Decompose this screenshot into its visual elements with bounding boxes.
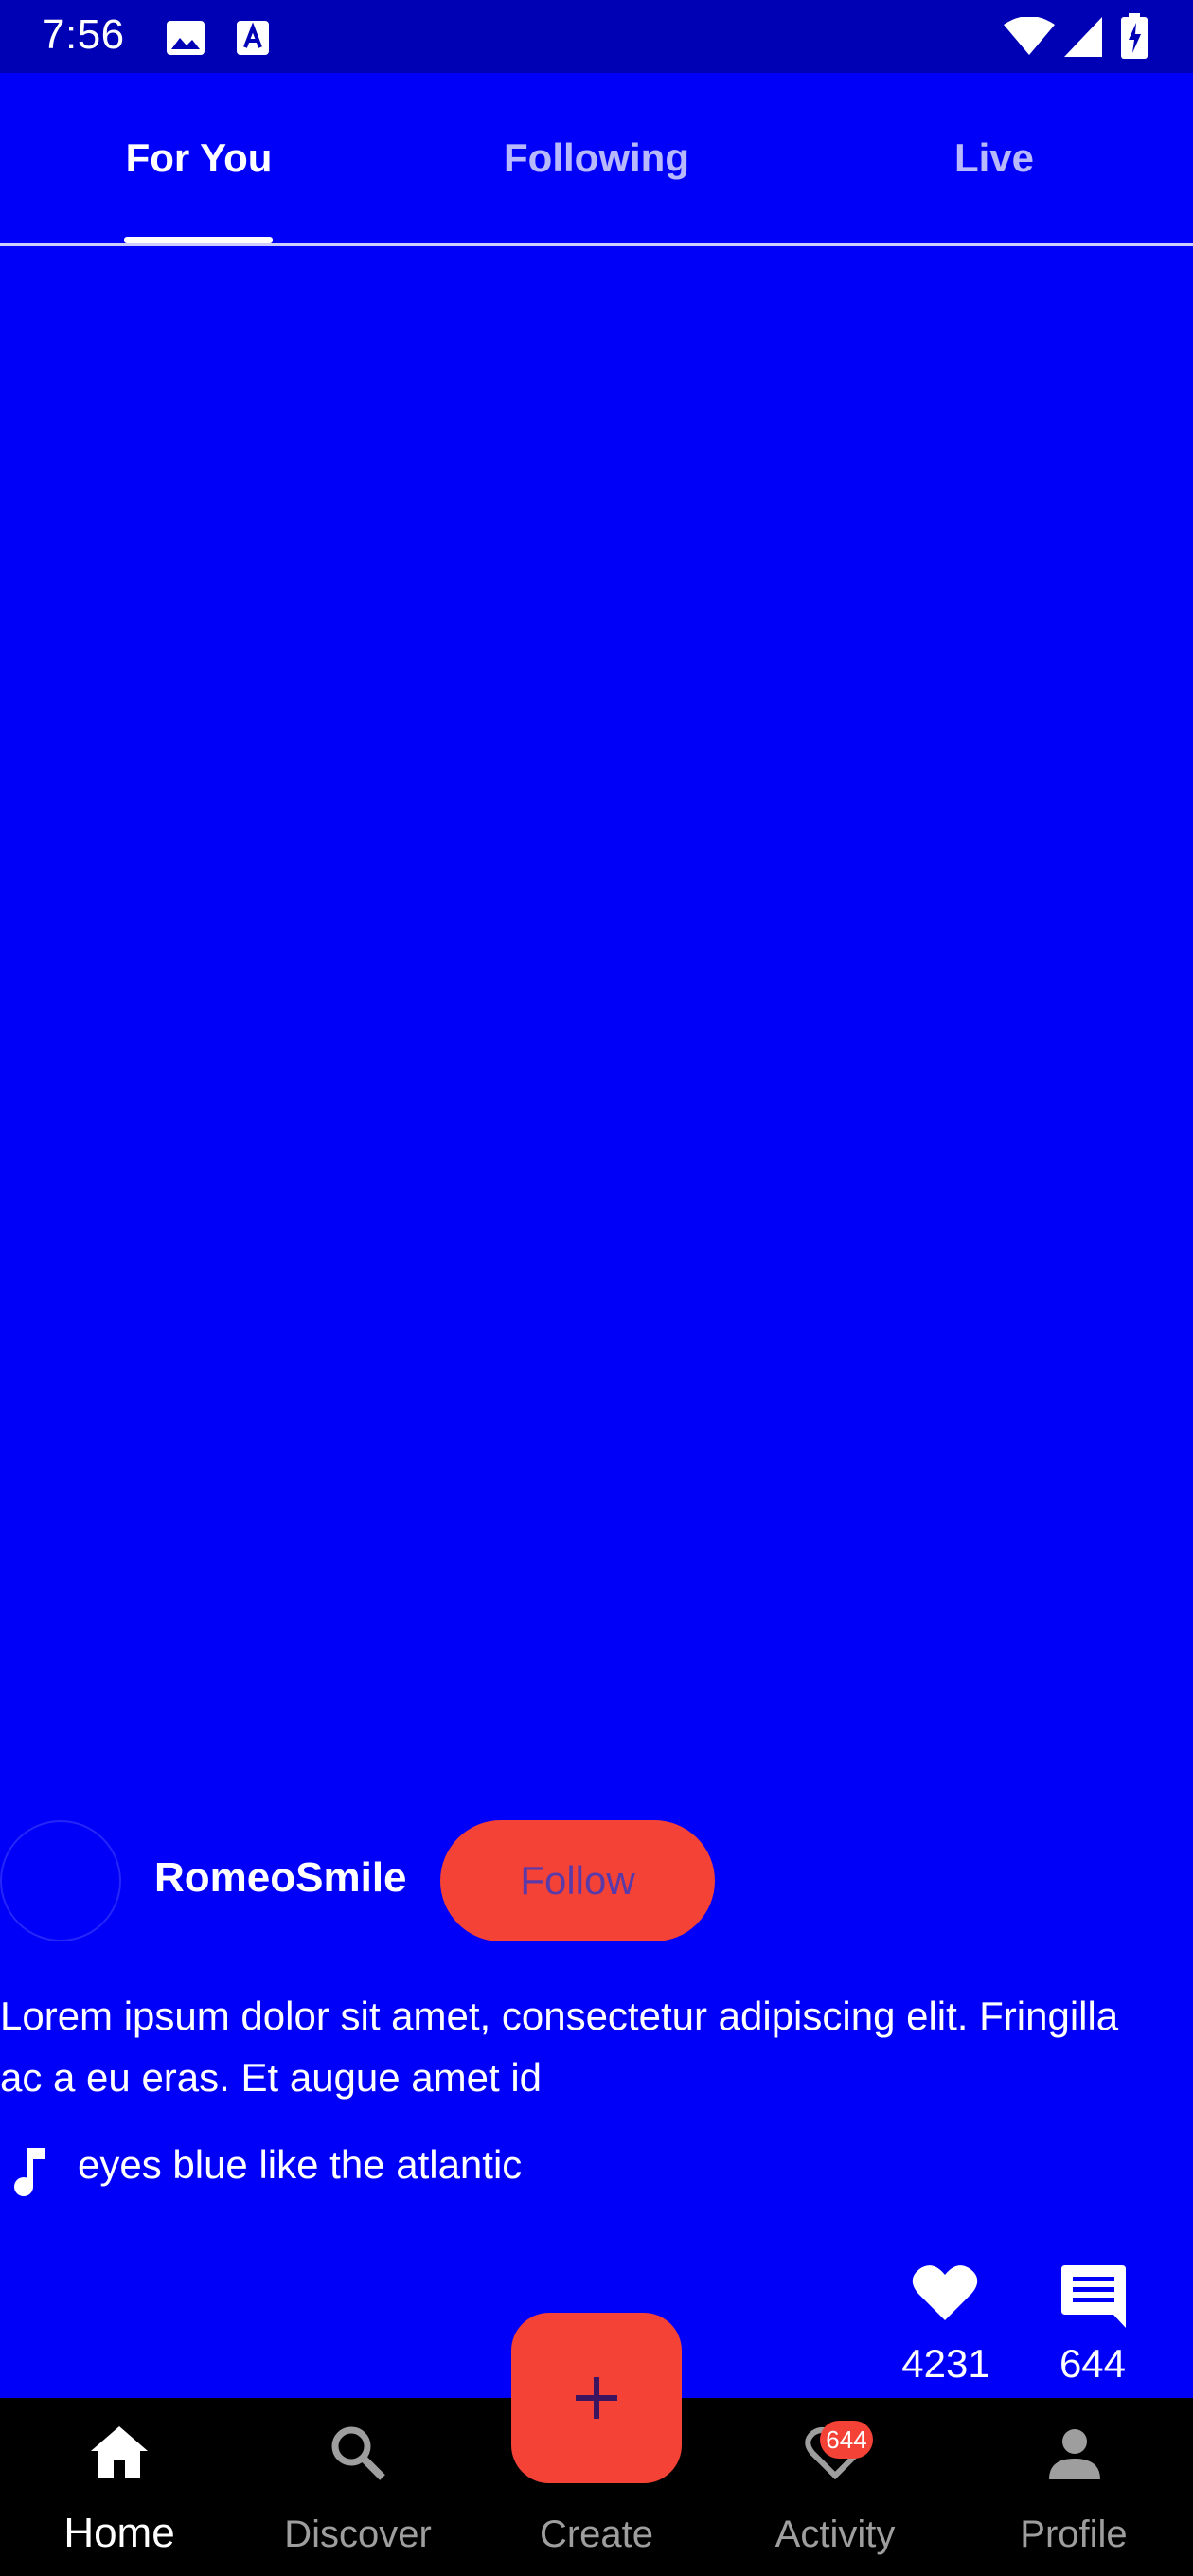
nav-profile-label: Profile <box>1020 2513 1128 2555</box>
nav-discover[interactable]: Discover <box>239 2398 477 2576</box>
tab-following[interactable]: Following <box>398 73 795 243</box>
video-caption: Lorem ipsum dolor sit amet, consectetur … <box>0 1994 1119 2100</box>
nav-discover-label: Discover <box>284 2513 432 2555</box>
avatar[interactable] <box>0 1820 121 1941</box>
create-button[interactable] <box>511 2313 682 2483</box>
activity-badge: 644 <box>820 2421 873 2459</box>
wifi-icon <box>1004 17 1055 55</box>
nav-profile[interactable]: Profile <box>954 2398 1193 2576</box>
video-player[interactable] <box>0 246 1193 1799</box>
music-note-icon <box>14 2148 45 2196</box>
image-icon <box>167 21 205 55</box>
like-count: 4231 <box>901 2341 990 2386</box>
nav-activity-label: Activity <box>775 2513 896 2555</box>
comment-icon[interactable] <box>1061 2265 1126 2328</box>
creator-username[interactable]: RomeoSmile <box>154 1854 407 1902</box>
search-icon <box>331 2426 385 2480</box>
status-bar: 7:56 <box>0 0 1193 73</box>
person-icon <box>1049 2429 1100 2479</box>
signal-icon <box>1064 17 1102 57</box>
nav-create-label: Create <box>539 2513 654 2555</box>
feed-tabs: For You Following Live <box>0 73 1193 246</box>
active-tab-indicator <box>124 237 273 243</box>
music-title[interactable]: eyes blue like the atlantic <box>78 2142 522 2188</box>
text-icon <box>237 21 269 55</box>
status-time: 7:56 <box>42 11 125 58</box>
home-icon <box>91 2426 148 2478</box>
heart-icon[interactable] <box>912 2263 978 2322</box>
nav-home-label: Home <box>63 2510 175 2556</box>
tab-live[interactable]: Live <box>795 73 1193 243</box>
battery-icon <box>1121 13 1148 59</box>
follow-button[interactable]: Follow <box>440 1820 715 1941</box>
nav-home[interactable]: Home <box>0 2398 239 2576</box>
plus-icon <box>576 2377 617 2419</box>
tab-for-you[interactable]: For You <box>0 73 398 243</box>
comment-count: 644 <box>1059 2341 1127 2386</box>
